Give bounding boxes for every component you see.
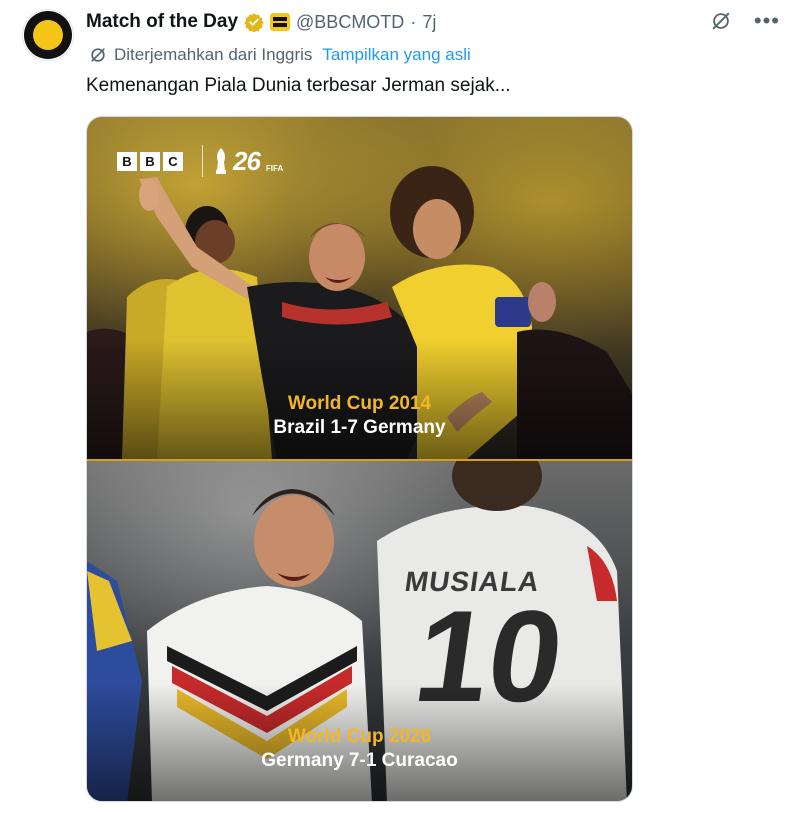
- media-panel-2014: B B C 26 FIFA World Cup 2014 Brazil 1-7 …: [87, 117, 632, 459]
- translate-icon: [91, 48, 105, 62]
- author-handle[interactable]: @BBCMOTD: [296, 12, 404, 33]
- tweet-actions-top: •••: [710, 10, 780, 32]
- world-cup-26-logo: 26 FIFA: [202, 145, 283, 177]
- bbc-letter: B: [140, 152, 160, 171]
- more-icon[interactable]: •••: [754, 10, 780, 32]
- verified-badge-icon[interactable]: [244, 12, 264, 32]
- translated-label: Diterjemahkan dari Inggris: [114, 45, 313, 64]
- caption-2026-score: Germany 7-1 Curacao: [261, 750, 458, 771]
- caption-2026: World Cup 2026 Germany 7-1 Curacao: [87, 725, 632, 773]
- bbc-logo: B B C: [117, 152, 183, 171]
- motd-logo: [24, 11, 72, 59]
- grok-icon[interactable]: [710, 10, 732, 32]
- avatar[interactable]: [22, 9, 74, 61]
- bbc-sport-badge-icon[interactable]: [270, 13, 291, 31]
- bbc-letter: B: [117, 152, 137, 171]
- separator-dot: ·: [410, 11, 417, 32]
- post-time[interactable]: 7j: [422, 12, 436, 33]
- bbc-letter: C: [163, 152, 183, 171]
- caption-2014: World Cup 2014 Brazil 1-7 Germany: [87, 392, 632, 440]
- caption-2026-title: World Cup 2026: [287, 726, 432, 747]
- motd-logo-center: [33, 20, 63, 50]
- translation-notice: Diterjemahkan dari Inggris Tampilkan yan…: [88, 45, 471, 65]
- caption-2014-score: Brazil 1-7 Germany: [273, 417, 446, 438]
- logo-divider: [202, 145, 203, 177]
- author-name[interactable]: Match of the Day: [86, 11, 238, 33]
- trophy-icon: [216, 148, 226, 174]
- tweet-media[interactable]: B B C 26 FIFA World Cup 2014 Brazil 1-7 …: [86, 116, 633, 802]
- caption-2014-title: World Cup 2014: [287, 393, 432, 414]
- tweet-text: Kemenangan Piala Dunia terbesar Jerman s…: [86, 75, 511, 96]
- fifa-label: FIFA: [265, 164, 284, 173]
- media-panel-2026: MUSIALA 10 World Cup 2026 Germany 7-1 Cu…: [87, 461, 632, 801]
- tweet-header: Match of the Day @BBCMOTD · 7j: [86, 10, 436, 34]
- wc-26-number: 26: [233, 145, 261, 176]
- show-original-link[interactable]: Tampilkan yang asli: [322, 45, 470, 65]
